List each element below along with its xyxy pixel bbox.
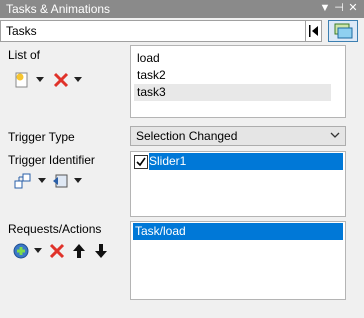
panel-title: Tasks & Animations — [6, 2, 111, 16]
trigger-item[interactable]: Slider1 — [149, 153, 343, 170]
trigger-identifier-listbox[interactable]: Slider1 — [130, 151, 346, 217]
list-of-label: List of — [8, 48, 41, 62]
delete-task-dropdown-icon[interactable] — [74, 77, 82, 83]
trigger-type-label: Trigger Type — [8, 130, 75, 144]
panel-titlebar: Tasks & Animations ▼ ⊣ ✕ — [0, 0, 364, 18]
tasks-listbox[interactable]: load task2 task3 — [130, 45, 346, 118]
delete-task-icon[interactable] — [52, 71, 70, 89]
checkbox-checked-icon[interactable] — [134, 155, 148, 169]
dropdown-arrow-icon[interactable]: ▼ — [318, 1, 332, 15]
add-action-icon[interactable] — [12, 242, 30, 260]
trigger-settings-icon[interactable] — [52, 172, 70, 190]
trigger-type-value: Selection Changed — [136, 129, 238, 143]
chevron-down-icon — [330, 132, 340, 138]
add-action-dropdown-icon[interactable] — [34, 248, 42, 254]
actions-listbox[interactable]: Task/load — [130, 221, 346, 300]
left-arrow-icon — [309, 25, 318, 37]
move-up-icon[interactable] — [70, 242, 88, 260]
pin-icon[interactable]: ⊣ — [332, 1, 346, 15]
trigger-identifier-label: Trigger Identifier — [8, 153, 95, 167]
trigger-settings-dropdown-icon[interactable] — [74, 178, 82, 184]
list-item[interactable]: task2 — [137, 67, 166, 84]
list-item[interactable]: load — [137, 50, 160, 67]
new-task-icon[interactable] — [14, 71, 32, 89]
delete-action-icon[interactable] — [48, 242, 66, 260]
trigger-objects-dropdown-icon[interactable] — [38, 178, 46, 184]
panel-selector-value: Tasks — [6, 24, 37, 38]
requests-actions-label: Requests/Actions — [8, 222, 102, 236]
trigger-type-dropdown[interactable]: Selection Changed — [130, 126, 346, 146]
panel-selector-arrow[interactable] — [305, 21, 321, 41]
new-task-dropdown-icon[interactable] — [36, 77, 44, 83]
chat-settings-icon — [334, 23, 353, 39]
panel-selector[interactable]: Tasks — [0, 20, 322, 42]
list-item[interactable]: task3 — [134, 84, 331, 101]
trigger-objects-icon[interactable] — [14, 172, 32, 190]
move-down-icon[interactable] — [92, 242, 110, 260]
action-item[interactable]: Task/load — [133, 223, 343, 240]
settings-badge-button[interactable] — [328, 20, 358, 42]
close-icon[interactable]: ✕ — [346, 1, 360, 15]
